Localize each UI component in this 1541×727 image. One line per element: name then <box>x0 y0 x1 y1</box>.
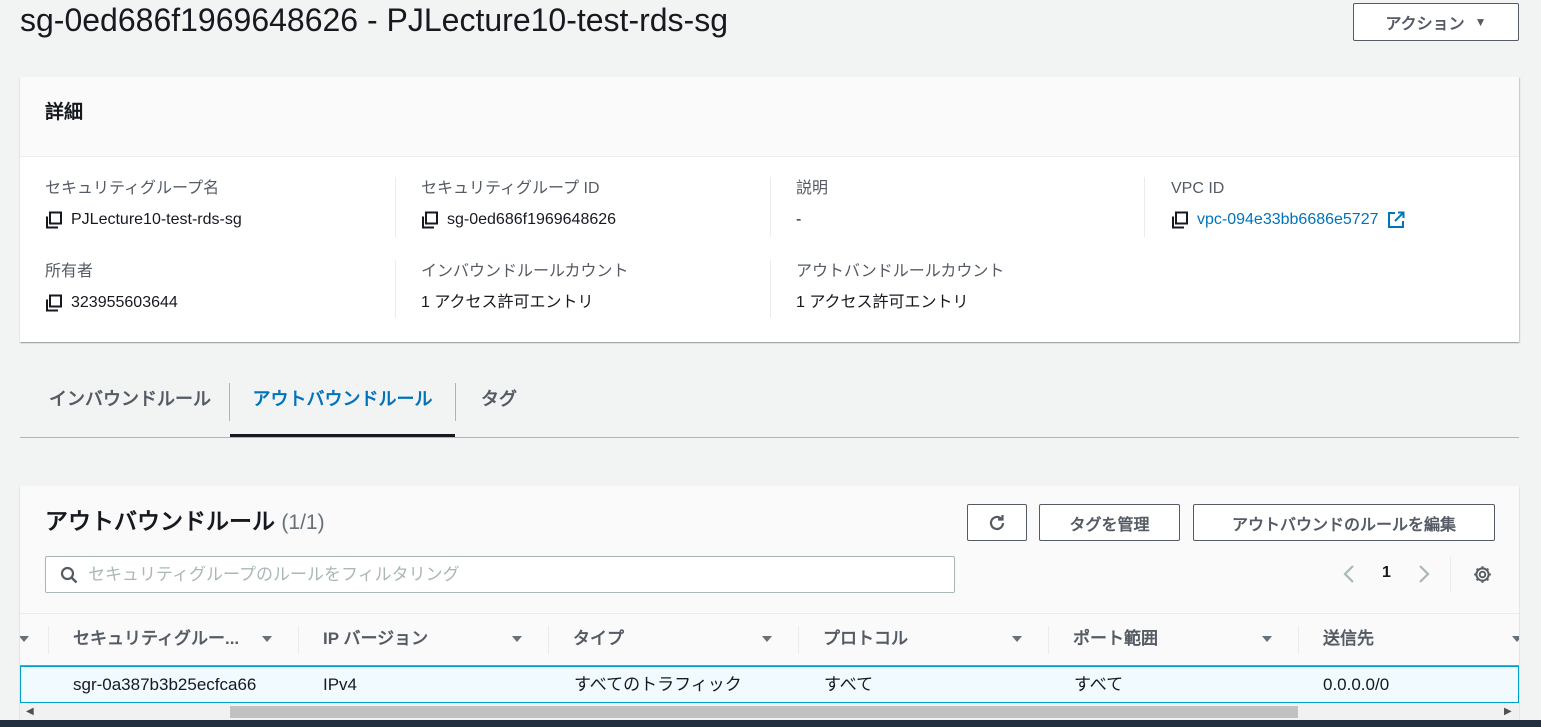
vpc-id-field: VPC ID vpc-094e33bb6686e5727 <box>1171 179 1521 230</box>
edit-outbound-rules-button[interactable]: アウトバウンドのルールを編集 <box>1193 504 1495 541</box>
sg-name-label: セキュリティグループ名 <box>45 180 220 197</box>
cell-protocol: すべて <box>824 675 874 694</box>
details-heading: 詳細 <box>45 102 84 123</box>
tab-outbound-rules[interactable]: アウトバウンドルール <box>230 380 455 437</box>
rules-header: アウトバウンドルール (1/1) タグを管理 アウトバウンドのルールを編集 1 <box>20 486 1519 613</box>
cell-destination: 0.0.0.0/0 <box>1323 675 1390 694</box>
actions-label: アクション <box>1385 16 1465 33</box>
tab-tags[interactable]: タグ <box>465 380 533 437</box>
actions-dropdown-button[interactable]: アクション ▼ <box>1353 3 1519 41</box>
search-icon <box>60 566 78 583</box>
column-header-destination[interactable]: 送信先 <box>1323 614 1374 666</box>
sg-id-field: セキュリティグループ ID sg-0ed686f1969648626 <box>421 179 771 230</box>
details-panel: 詳細 セキュリティグループ名 PJLecture10-test-rds-sg セ… <box>20 77 1519 342</box>
bottom-bar <box>0 720 1541 727</box>
gear-icon[interactable] <box>1472 564 1493 585</box>
rule-filter[interactable] <box>45 556 955 593</box>
page-title: sg-0ed686f1969648626 - PJLecture10-test-… <box>20 2 728 38</box>
sg-id-value: sg-0ed686f1969648626 <box>447 211 617 228</box>
cell-type: すべてのトラフィック <box>574 675 742 694</box>
column-header-protocol[interactable]: プロトコル <box>823 614 908 666</box>
owner-field: 所有者 323955603644 <box>45 262 395 313</box>
external-link-icon[interactable] <box>1387 211 1405 229</box>
sort-caret-icon[interactable] <box>1511 634 1519 644</box>
owner-label: 所有者 <box>45 263 94 280</box>
column-header-type[interactable]: タイプ <box>573 614 624 666</box>
cell-rule-id: sgr-0a387b3b25ecfca66 <box>73 675 257 694</box>
outbound-count-value: 1 アクセス許可エントリ <box>796 294 969 311</box>
vpc-id-label: VPC ID <box>1171 180 1225 197</box>
search-input[interactable] <box>88 564 954 585</box>
description-field: 説明 - <box>796 179 1146 230</box>
table-header: セキュリティグルー... IP バージョン タイプ プロトコル ポート範囲 送信… <box>20 613 1519 666</box>
inbound-count-label: インバウンドルールカウント <box>421 263 629 280</box>
tab-bar: インバウンドルール アウトバウンドルール タグ <box>20 380 1519 438</box>
scroll-right-icon[interactable]: ▶ <box>1504 706 1512 717</box>
horizontal-scrollbar[interactable]: ◀ ▶ <box>20 703 1519 720</box>
copy-icon[interactable] <box>45 294 63 312</box>
sg-name-value: PJLecture10-test-rds-sg <box>71 211 242 228</box>
chevron-right-icon[interactable] <box>1417 564 1431 584</box>
owner-value: 323955603644 <box>71 294 178 311</box>
chevron-left-icon[interactable] <box>1342 564 1356 584</box>
manage-tags-button[interactable]: タグを管理 <box>1039 504 1180 541</box>
refresh-icon <box>989 514 1005 530</box>
cell-ip-version: IPv4 <box>323 675 358 694</box>
description-value: - <box>796 211 802 228</box>
sg-id-label: セキュリティグループ ID <box>421 180 600 197</box>
scrollbar-thumb[interactable] <box>230 706 1298 718</box>
sort-caret-icon[interactable] <box>511 634 523 644</box>
copy-icon[interactable] <box>421 211 439 229</box>
sort-caret-icon[interactable] <box>761 634 773 644</box>
tab-inbound-rules[interactable]: インバウンドルール <box>30 380 230 437</box>
refresh-button[interactable] <box>967 504 1027 541</box>
outbound-count-label: アウトバンドルールカウント <box>796 263 1005 280</box>
inbound-count-field: インバウンドルールカウント 1 アクセス許可エントリ <box>421 262 771 313</box>
sort-caret-icon[interactable] <box>20 634 30 644</box>
copy-icon[interactable] <box>45 211 63 229</box>
table-row[interactable]: sgr-0a387b3b25ecfca66 IPv4 すべてのトラフィック すべ… <box>20 666 1519 703</box>
details-header: 詳細 <box>20 77 1519 157</box>
scroll-left-icon[interactable]: ◀ <box>26 706 34 717</box>
column-header-ip-version[interactable]: IP バージョン <box>323 614 428 666</box>
description-label: 説明 <box>796 180 829 197</box>
inbound-count-value: 1 アクセス許可エントリ <box>421 294 594 311</box>
rules-count: (1/1) <box>281 511 325 534</box>
sort-caret-icon[interactable] <box>261 634 273 644</box>
page-number[interactable]: 1 <box>1382 564 1391 582</box>
sort-caret-icon[interactable] <box>1011 634 1023 644</box>
copy-icon[interactable] <box>1171 211 1189 229</box>
outbound-count-field: アウトバンドルールカウント 1 アクセス許可エントリ <box>796 262 1146 313</box>
sort-caret-icon[interactable] <box>1261 634 1273 644</box>
cell-port-range: すべて <box>1074 675 1124 694</box>
caret-down-icon: ▼ <box>1474 15 1487 29</box>
vpc-id-link[interactable]: vpc-094e33bb6686e5727 <box>1197 210 1379 230</box>
rules-title-text: アウトバウンドルール <box>45 508 275 534</box>
column-header-port-range[interactable]: ポート範囲 <box>1073 614 1158 666</box>
outbound-rules-panel: アウトバウンドルール (1/1) タグを管理 アウトバウンドのルールを編集 1 … <box>20 486 1519 727</box>
column-header-rule-id[interactable]: セキュリティグルー... <box>73 614 239 666</box>
rules-title: アウトバウンドルール (1/1) <box>45 506 325 538</box>
sg-name-field: セキュリティグループ名 PJLecture10-test-rds-sg <box>45 179 395 230</box>
